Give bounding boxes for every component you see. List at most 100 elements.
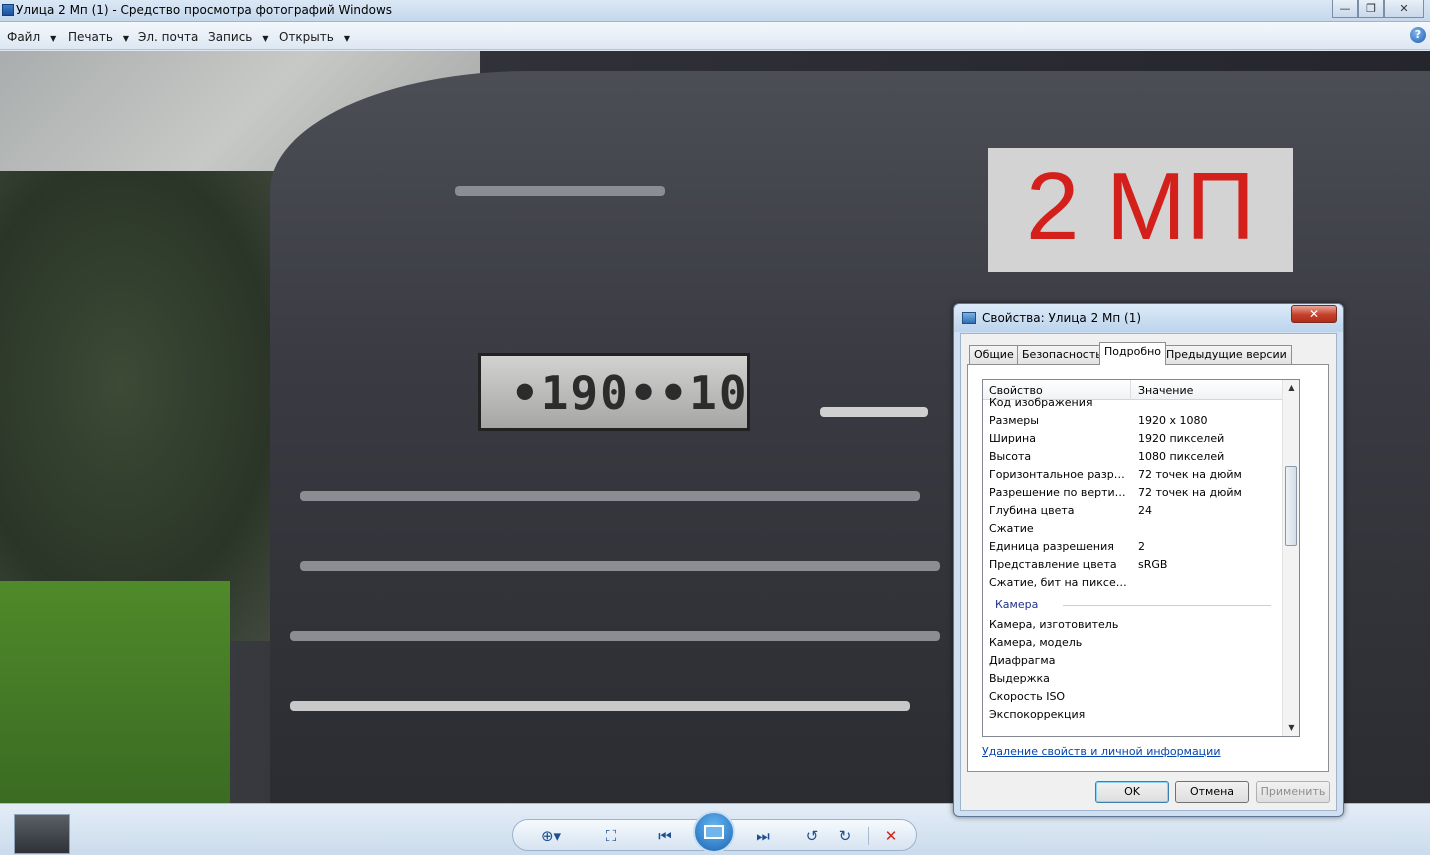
list-item[interactable]: Глубина цвета 24 xyxy=(983,502,1283,520)
property-name: Код изображения xyxy=(989,396,1093,409)
property-name: Горизонтальное разреше... xyxy=(989,468,1129,481)
photo-grass xyxy=(0,581,230,803)
property-name: Разрешение по вертикали xyxy=(989,486,1129,499)
tab-panel-details: Свойство Значение Код изображения Размеры… xyxy=(967,364,1329,772)
list-item[interactable]: Сжатие xyxy=(983,520,1283,538)
chevron-down-icon: ▼ xyxy=(50,34,57,43)
list-item[interactable]: Диафрагма xyxy=(983,652,1283,670)
chevron-down-icon: ▼ xyxy=(262,34,269,43)
section-divider xyxy=(1063,605,1271,606)
menu-email-label: Эл. почта xyxy=(138,30,199,44)
property-name: Экспокоррекция xyxy=(989,708,1086,721)
list-item[interactable]: Камера, модель xyxy=(983,634,1283,652)
photo-car-detail xyxy=(820,407,928,417)
window-controls: — ❐ ✕ xyxy=(1332,0,1424,18)
dialog-title: Свойства: Улица 2 Мп (1) xyxy=(982,311,1142,325)
license-plate-text: •190••10 xyxy=(511,366,749,420)
menu-file[interactable]: Файл ▼ xyxy=(7,30,56,44)
property-name: Сжатие, бит на пиксель xyxy=(989,576,1129,589)
property-value: 1080 пикселей xyxy=(1138,450,1225,463)
tab-previous-versions[interactable]: Предыдущие версии xyxy=(1161,345,1292,364)
dialog-title-bar: Свойства: Улица 2 Мп (1) ✕ xyxy=(954,304,1343,332)
delete-icon[interactable]: ✕ xyxy=(879,825,903,847)
remove-properties-link[interactable]: Удаление свойств и личной информации xyxy=(982,745,1220,758)
list-item[interactable]: Скорость ISO xyxy=(983,688,1283,706)
properties-list[interactable]: Свойство Значение Код изображения Размеры… xyxy=(982,379,1300,737)
list-item[interactable]: Разрешение по вертикали 72 точек на дюйм xyxy=(983,484,1283,502)
list-item[interactable]: Горизонтальное разреше... 72 точек на дюй… xyxy=(983,466,1283,484)
help-icon[interactable]: ? xyxy=(1410,27,1426,43)
properties-dialog: Свойства: Улица 2 Мп (1) ✕ Общие Безопас… xyxy=(953,303,1344,817)
dialog-body: Общие Безопасность Подробно Предыдущие в… xyxy=(960,333,1337,811)
list-item[interactable]: Представление цвета sRGB xyxy=(983,556,1283,574)
property-value: 72 точек на дюйм xyxy=(1138,468,1242,481)
license-plate: •190••10 xyxy=(478,353,750,431)
menu-email[interactable]: Эл. почта xyxy=(138,30,198,44)
tab-general[interactable]: Общие xyxy=(969,345,1019,364)
photo-car-detail xyxy=(455,186,665,196)
vertical-scrollbar[interactable]: ▲ ▼ xyxy=(1282,380,1299,736)
list-item[interactable]: Высота 1080 пикселей xyxy=(983,448,1283,466)
photo-car-detail xyxy=(300,491,920,501)
menu-print[interactable]: Печать ▼ xyxy=(68,30,129,44)
maximize-button[interactable]: ❐ xyxy=(1358,0,1384,18)
dialog-close-button[interactable]: ✕ xyxy=(1291,305,1337,323)
fit-icon[interactable]: ⛶ xyxy=(599,825,623,847)
cancel-button[interactable]: Отмена xyxy=(1175,781,1249,803)
property-name: Сжатие xyxy=(989,522,1034,535)
photo-car-detail xyxy=(290,631,940,641)
property-name: Глубина цвета xyxy=(989,504,1075,517)
property-name: Размеры xyxy=(989,414,1039,427)
property-value: 1920 x 1080 xyxy=(1138,414,1208,427)
list-item[interactable]: Сжатие, бит на пиксель xyxy=(983,574,1283,592)
property-name: Ширина xyxy=(989,432,1036,445)
title-bar: Улица 2 Мп (1) - Средство просмотра фото… xyxy=(0,0,1430,22)
rotate-left-icon[interactable]: ↺ xyxy=(800,825,824,847)
photo-car-detail xyxy=(300,561,940,571)
image-file-icon xyxy=(962,312,976,324)
property-value: 72 точек на дюйм xyxy=(1138,486,1242,499)
next-icon[interactable]: ⏭ xyxy=(751,825,775,847)
apply-button[interactable]: Применить xyxy=(1256,781,1330,803)
list-item[interactable]: Размеры 1920 x 1080 xyxy=(983,412,1283,430)
property-name: Диафрагма xyxy=(989,654,1056,667)
zoom-icon[interactable]: ⊕▾ xyxy=(539,825,563,847)
menu-burn[interactable]: Запись ▼ xyxy=(208,30,269,44)
menu-open[interactable]: Открыть ▼ xyxy=(279,30,350,44)
slideshow-screen xyxy=(704,825,724,839)
section-title: Камера xyxy=(995,598,1039,611)
scroll-down-icon[interactable]: ▼ xyxy=(1283,720,1299,736)
menu-burn-label: Запись xyxy=(208,30,253,44)
list-item[interactable]: Выдержка xyxy=(983,670,1283,688)
menu-open-label: Открыть xyxy=(279,30,334,44)
tab-details[interactable]: Подробно xyxy=(1099,342,1167,365)
property-name: Выдержка xyxy=(989,672,1050,685)
list-item[interactable]: Ширина 1920 пикселей xyxy=(983,430,1283,448)
previous-icon[interactable]: ⏮ xyxy=(653,825,677,847)
section-camera: Камера xyxy=(983,592,1283,616)
close-button[interactable]: ✕ xyxy=(1384,0,1424,18)
scroll-up-icon[interactable]: ▲ xyxy=(1283,380,1299,396)
overlay-badge-text: 2 МП xyxy=(1025,153,1256,260)
rotate-right-icon[interactable]: ↻ xyxy=(833,825,857,847)
overlay-badge: 2 МП xyxy=(988,148,1293,272)
property-name: Скорость ISO xyxy=(989,690,1066,703)
tab-security[interactable]: Безопасность xyxy=(1017,345,1107,364)
property-value: 1920 пикселей xyxy=(1138,432,1225,445)
property-name: Камера, изготовитель xyxy=(989,618,1119,631)
list-item[interactable]: Экспокоррекция xyxy=(983,706,1283,724)
slideshow-icon[interactable] xyxy=(693,811,735,853)
ok-button[interactable]: OK xyxy=(1095,781,1169,803)
property-value: 24 xyxy=(1138,504,1152,517)
list-item[interactable]: Камера, изготовитель xyxy=(983,616,1283,634)
property-name: Высота xyxy=(989,450,1032,463)
minimize-button[interactable]: — xyxy=(1332,0,1358,18)
scrollbar-thumb[interactable] xyxy=(1285,466,1297,546)
property-name: Единица разрешения xyxy=(989,540,1114,553)
photo-tree xyxy=(0,171,300,641)
app-icon xyxy=(2,4,14,16)
property-name: Представление цвета xyxy=(989,558,1117,571)
list-item[interactable]: Код изображения xyxy=(983,394,1283,412)
thumbnail[interactable] xyxy=(14,814,70,854)
list-item[interactable]: Единица разрешения 2 xyxy=(983,538,1283,556)
